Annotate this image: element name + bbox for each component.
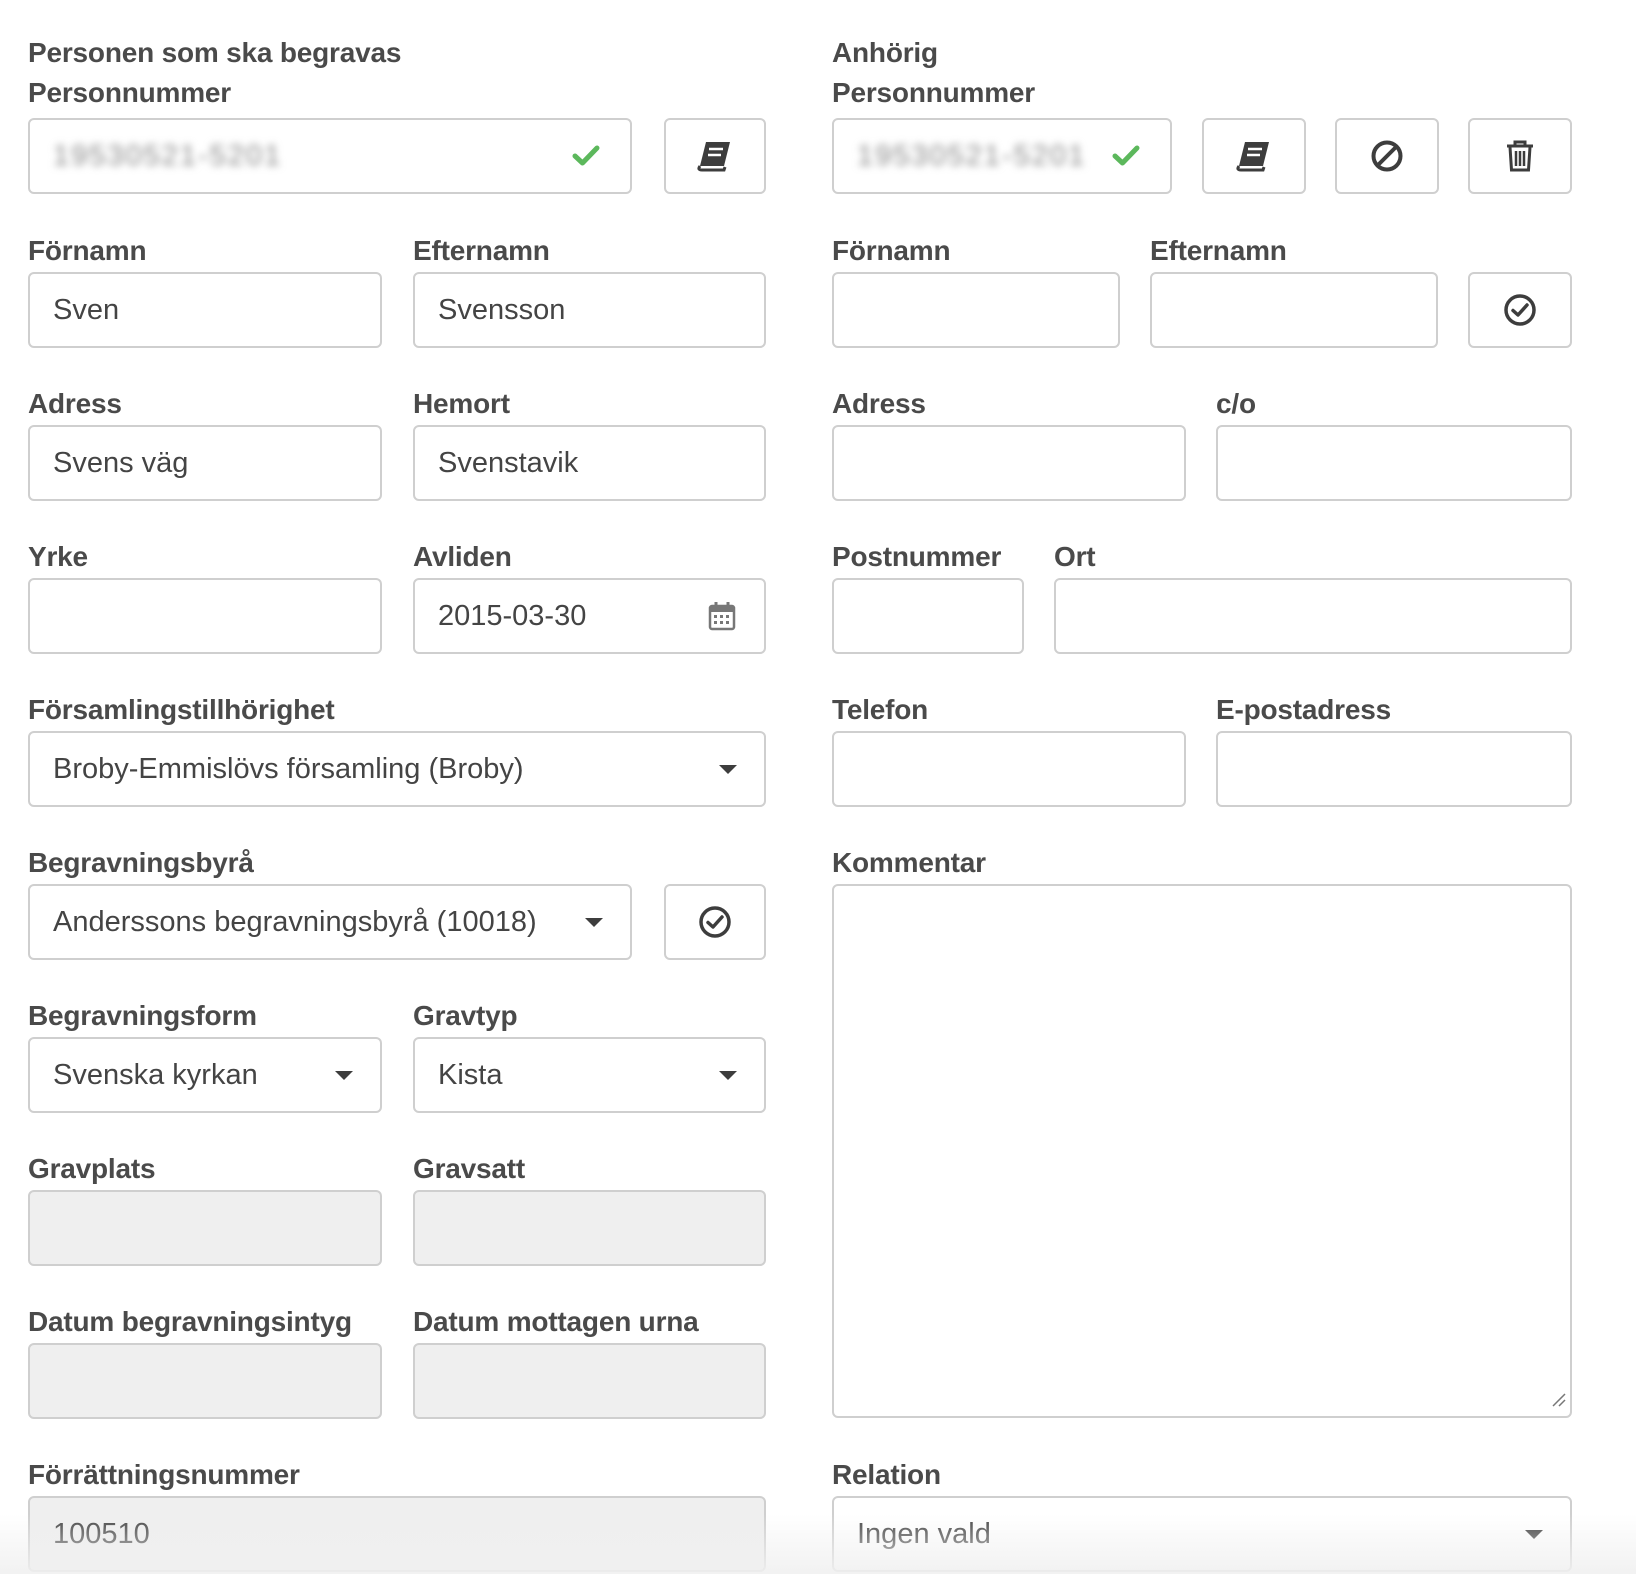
- deceased-avliden-input[interactable]: 2015-03-30: [413, 578, 766, 654]
- deceased-gravplats-input: [28, 1190, 382, 1266]
- deceased-avliden-value: 2015-03-30: [438, 599, 587, 632]
- book-icon: [697, 140, 733, 172]
- calendar-icon[interactable]: [708, 601, 736, 631]
- check-circle-icon: [1503, 293, 1537, 327]
- deceased-personnummer-value: 19530521-5201: [53, 139, 283, 172]
- deceased-gravtyp-label: Gravtyp: [413, 1000, 518, 1031]
- deceased-efternamn-input[interactable]: Svensson: [413, 272, 766, 348]
- relative-relation-label: Relation: [832, 1459, 941, 1490]
- caret-down-icon: [332, 1070, 356, 1080]
- deceased-datum-intyg-input: [28, 1343, 382, 1419]
- deceased-datum-urna-input: [413, 1343, 766, 1419]
- relative-personnummer-label: Personnummer: [832, 77, 1035, 108]
- caret-down-icon: [716, 764, 740, 774]
- deceased-efternamn-label: Efternamn: [413, 235, 550, 266]
- relative-delete-button[interactable]: [1468, 118, 1572, 194]
- deceased-hemort-label: Hemort: [413, 388, 510, 419]
- relative-postnummer-label: Postnummer: [832, 541, 1002, 572]
- deceased-byra-select[interactable]: Anderssons begravningsbyrå (10018): [28, 884, 632, 960]
- deceased-yrke-label: Yrke: [28, 541, 88, 572]
- deceased-adress-input[interactable]: Svens väg: [28, 425, 382, 501]
- relative-relation-select[interactable]: Ingen vald: [832, 1496, 1572, 1572]
- deceased-datum-intyg-label: Datum begravningsintyg: [28, 1306, 352, 1337]
- deceased-personnummer-input[interactable]: 19530521-5201: [28, 118, 632, 194]
- relative-relation-value: Ingen vald: [857, 1517, 991, 1550]
- valid-check-icon: [572, 145, 600, 167]
- deceased-hemort-input[interactable]: Svenstavik: [413, 425, 766, 501]
- deceased-personnummer-label: Personnummer: [28, 77, 231, 108]
- deceased-forrattning-input: 100510: [28, 1496, 766, 1572]
- relative-epost-label: E-postadress: [1216, 694, 1391, 725]
- relative-ort-input[interactable]: [1054, 578, 1572, 654]
- deceased-avliden-label: Avliden: [413, 541, 512, 572]
- deceased-forsamling-value: Broby-Emmislövs församling (Broby): [53, 752, 524, 785]
- relative-kommentar-textarea[interactable]: [832, 884, 1572, 1418]
- deceased-gravsatt-label: Gravsatt: [413, 1153, 526, 1184]
- relative-efternamn-label: Efternamn: [1150, 235, 1287, 266]
- resize-handle-icon[interactable]: [1550, 1391, 1566, 1412]
- relative-personnummer-value: 19530521-5201: [857, 139, 1087, 172]
- deceased-forsamling-label: Församlingstillhörighet: [28, 694, 335, 725]
- relative-personnummer-input[interactable]: 19530521-5201: [832, 118, 1172, 194]
- deceased-lookup-button[interactable]: [664, 118, 766, 194]
- relative-postnummer-input[interactable]: [832, 578, 1024, 654]
- relative-name-confirm-button[interactable]: [1468, 272, 1572, 348]
- relative-telefon-label: Telefon: [832, 694, 929, 725]
- deceased-form-value: Svenska kyrkan: [53, 1058, 258, 1091]
- deceased-gravplats-label: Gravplats: [28, 1153, 156, 1184]
- byra-confirm-button[interactable]: [664, 884, 766, 960]
- deceased-byra-value: Anderssons begravningsbyrå (10018): [53, 905, 537, 938]
- deceased-forrattning-value: 100510: [53, 1517, 150, 1550]
- relative-fornamn-label: Förnamn: [832, 235, 951, 266]
- deceased-gravtyp-select[interactable]: Kista: [413, 1037, 766, 1113]
- caret-down-icon: [582, 917, 606, 927]
- deceased-form-label: Begravningsform: [28, 1000, 257, 1031]
- relative-co-input[interactable]: [1216, 425, 1572, 501]
- deceased-fornamn-input[interactable]: Sven: [28, 272, 382, 348]
- relative-lookup-button[interactable]: [1202, 118, 1306, 194]
- deceased-gravsatt-input: [413, 1190, 766, 1266]
- trash-icon: [1505, 139, 1535, 173]
- deceased-fornamn-label: Förnamn: [28, 235, 147, 266]
- deceased-adress-value: Svens väg: [53, 446, 189, 479]
- deceased-fornamn-value: Sven: [53, 293, 120, 326]
- book-icon: [1236, 140, 1272, 172]
- relative-section-heading: Anhörig: [832, 37, 938, 68]
- deceased-byra-label: Begravningsbyrå: [28, 847, 254, 878]
- deceased-datum-urna-label: Datum mottagen urna: [413, 1306, 699, 1337]
- relative-epost-input[interactable]: [1216, 731, 1572, 807]
- relative-adress-input[interactable]: [832, 425, 1186, 501]
- deceased-form-select[interactable]: Svenska kyrkan: [28, 1037, 382, 1113]
- deceased-gravtyp-value: Kista: [438, 1058, 503, 1091]
- ban-icon: [1370, 139, 1404, 173]
- caret-down-icon: [1522, 1529, 1546, 1539]
- relative-ort-label: Ort: [1054, 541, 1096, 572]
- deceased-yrke-input[interactable]: [28, 578, 382, 654]
- relative-telefon-input[interactable]: [832, 731, 1186, 807]
- relative-clear-button[interactable]: [1335, 118, 1439, 194]
- relative-fornamn-input[interactable]: [832, 272, 1120, 348]
- caret-down-icon: [716, 1070, 740, 1080]
- relative-adress-label: Adress: [832, 388, 926, 419]
- deceased-forrattning-label: Förrättningsnummer: [28, 1459, 300, 1490]
- valid-check-icon: [1112, 145, 1140, 167]
- deceased-hemort-value: Svenstavik: [438, 446, 579, 479]
- deceased-forsamling-select[interactable]: Broby-Emmislövs församling (Broby): [28, 731, 766, 807]
- check-circle-icon: [698, 905, 732, 939]
- relative-efternamn-input[interactable]: [1150, 272, 1438, 348]
- relative-kommentar-label: Kommentar: [832, 847, 986, 878]
- deceased-efternamn-value: Svensson: [438, 293, 566, 326]
- relative-co-label: c/o: [1216, 388, 1256, 419]
- deceased-section-heading: Personen som ska begravas: [28, 37, 402, 68]
- deceased-adress-label: Adress: [28, 388, 122, 419]
